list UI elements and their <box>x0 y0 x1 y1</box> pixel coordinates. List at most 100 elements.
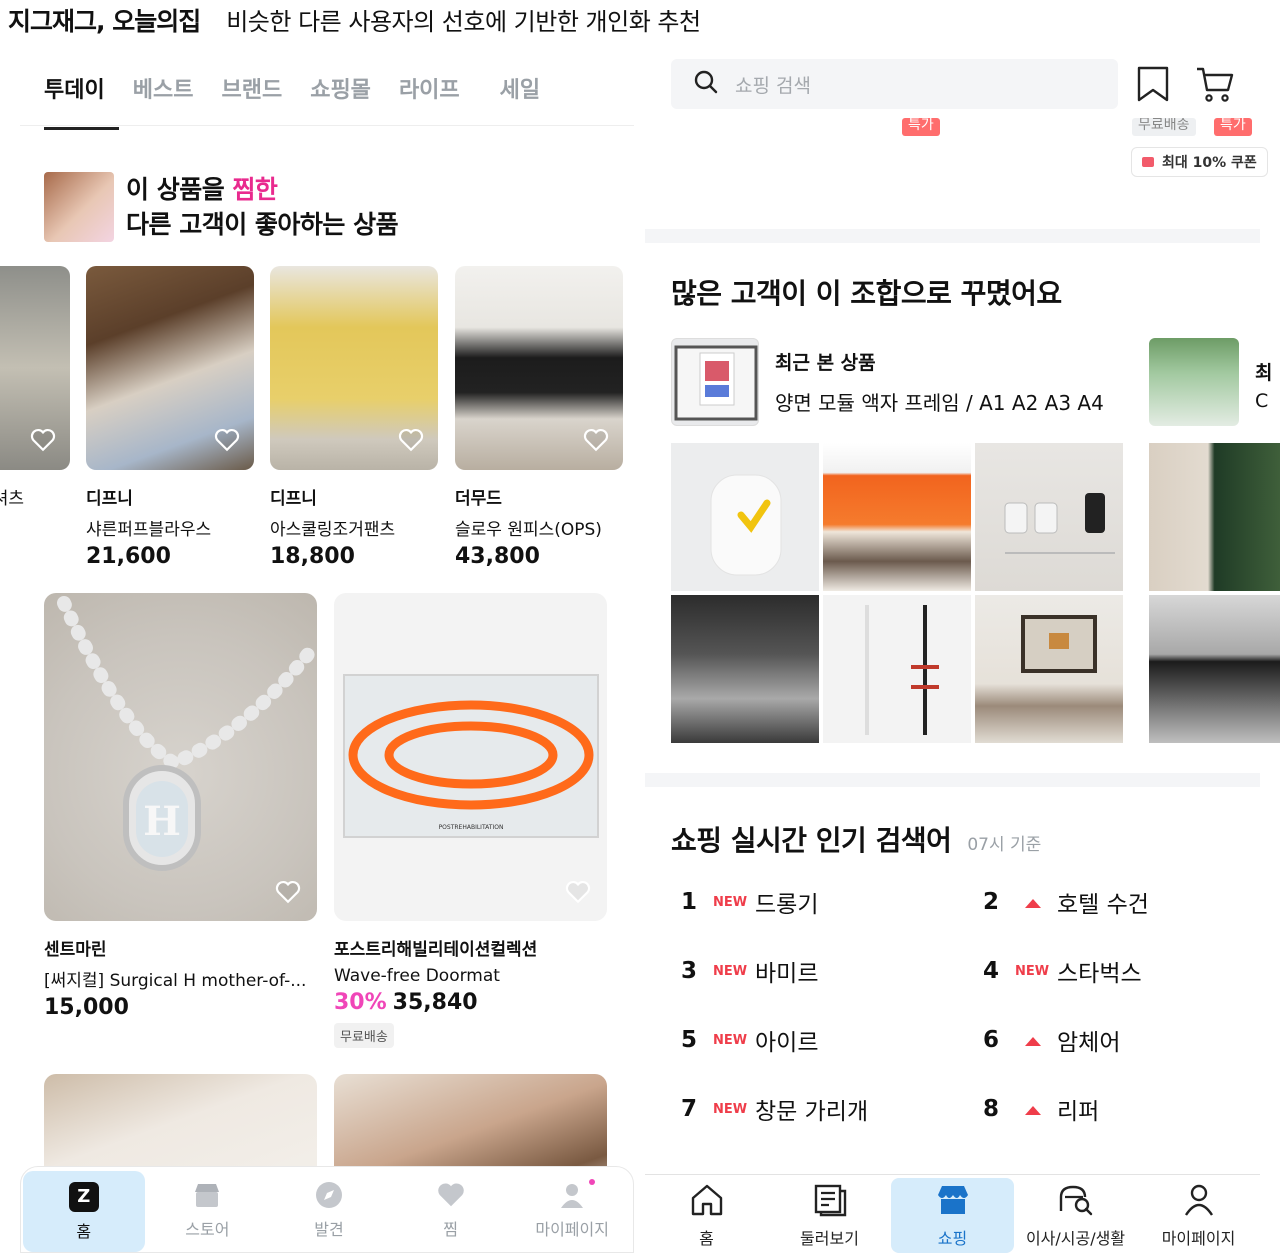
nav-moving-services[interactable]: 이사/시공/생활 <box>1014 1178 1137 1253</box>
search-rank-item[interactable]: 6 암체어 <box>973 1020 1120 1060</box>
office-chairs-product[interactable] <box>975 443 1123 591</box>
heart-icon[interactable] <box>565 880 591 904</box>
recent-label: 최근 본 상품 <box>775 352 876 374</box>
tab-brand[interactable]: 브랜드 <box>221 68 282 130</box>
page-header: 지그재그, 오늘의집 비슷한 다른 사용자의 선호에 기반한 개인화 추천 <box>8 2 701 38</box>
heart-icon[interactable] <box>214 428 240 452</box>
rank-up-icon <box>1007 893 1057 912</box>
search-rank-item[interactable]: 7 NEW 창문 가리개 <box>671 1089 868 1129</box>
nav-label: 스토어 <box>185 1219 230 1239</box>
free-shipping-tag: 무료배송 <box>1132 118 1196 136</box>
combo-product-grid-2 <box>1149 443 1280 743</box>
bookmark-icon[interactable] <box>1133 64 1173 104</box>
rank-number: 3 <box>681 958 698 984</box>
glass-cart-product[interactable] <box>671 595 819 743</box>
recent-product-thumbnail[interactable] <box>671 338 759 426</box>
coupon-icon <box>1142 157 1154 167</box>
product-brand: 디프니 <box>86 489 133 509</box>
product-carousel[interactable]: 셔츠 디프니 샤른퍼프블라우스 21,600 디프니 아스쿨링조거팬츠 18,8… <box>0 266 640 569</box>
doormat-product-image[interactable]: POSTREHABILITATION <box>334 593 607 921</box>
nav-label: 마이페이지 <box>1161 1228 1236 1248</box>
doormat-brand-text: POSTREHABILITATION <box>439 824 504 831</box>
product-card[interactable]: 셔츠 <box>0 266 70 509</box>
necklace-illustration: H <box>57 596 316 871</box>
ohouse-bottom-nav: 홈 둘러보기 쇼핑 이사/시공/생활 마이페이지 <box>645 1178 1260 1253</box>
heart-icon <box>436 1180 466 1210</box>
nav-likes[interactable]: 찜 <box>390 1167 512 1252</box>
nav-mypage[interactable]: 마이페이지 <box>1137 1178 1260 1253</box>
coupon-text: 최대 10% 쿠폰 <box>1162 155 1257 171</box>
nav-home[interactable]: Z 홈 <box>23 1171 145 1252</box>
search-rank-item[interactable]: 3 NEW 바미르 <box>671 951 818 991</box>
product-image[interactable] <box>270 266 438 470</box>
nav-home[interactable]: 홈 <box>645 1178 768 1253</box>
notification-dot <box>588 1179 595 1185</box>
new-badge: NEW <box>713 1101 748 1117</box>
tab-best[interactable]: 베스트 <box>133 68 194 130</box>
product-card[interactable]: H 센트마린 [써지컬] Surgical H mother-of-... 15… <box>44 593 317 1020</box>
rank-number: 8 <box>983 1096 1000 1122</box>
side-table-product[interactable] <box>1149 595 1280 743</box>
rank-keyword: 스타벅스 <box>1057 961 1142 987</box>
recent-label: 최 <box>1255 362 1273 384</box>
plant-art-product[interactable] <box>1149 443 1280 591</box>
heart-icon[interactable] <box>275 880 301 904</box>
recent-product-thumbnail[interactable] <box>1149 338 1239 426</box>
store-icon <box>192 1180 222 1210</box>
product-price: 15,000 <box>44 995 129 1020</box>
cart-icon[interactable] <box>1195 64 1235 104</box>
product-image[interactable] <box>0 266 70 470</box>
special-deal-tag: 특가 <box>1214 118 1252 136</box>
product-name: 아스쿨링조거팬츠 <box>270 520 396 540</box>
frame-art-product[interactable] <box>975 595 1123 743</box>
rec-title-line2: 다른 고객이 좋아하는 상품 <box>126 210 399 239</box>
liked-product-thumbnail[interactable] <box>44 172 114 242</box>
nav-shopping[interactable]: 쇼핑 <box>891 1178 1014 1253</box>
rank-keyword: 바미르 <box>755 961 819 987</box>
necklace-product-image[interactable]: H <box>44 593 317 921</box>
rank-up-icon <box>1007 1031 1057 1050</box>
compass-icon <box>314 1180 344 1210</box>
nav-browse[interactable]: 둘러보기 <box>768 1178 891 1253</box>
clock-product[interactable] <box>671 443 819 591</box>
product-image[interactable] <box>86 266 254 470</box>
search-input[interactable]: 쇼핑 검색 <box>671 59 1118 109</box>
rank-keyword: 암체어 <box>1057 1030 1121 1056</box>
nav-label: 둘러보기 <box>800 1228 859 1248</box>
tab-life[interactable]: 라이프 <box>399 68 460 130</box>
product-price: 21,600 <box>86 544 171 569</box>
nav-discover[interactable]: 발견 <box>268 1167 390 1252</box>
nav-label: 발견 <box>314 1219 344 1239</box>
heart-icon[interactable] <box>583 428 609 452</box>
tab-today[interactable]: 투데이 <box>44 68 119 130</box>
search-rank-item[interactable]: 4 NEW 스타벅스 <box>973 951 1142 991</box>
search-rank-item[interactable]: 1 NEW 드롱기 <box>671 882 818 922</box>
shelf-product[interactable] <box>823 595 971 743</box>
nav-mypage[interactable]: 마이페이지 <box>511 1167 633 1252</box>
combo-product-grid <box>671 443 1124 743</box>
product-name: [써지컬] Surgical H mother-of-... <box>44 971 307 991</box>
nav-label: 이사/시공/생활 <box>1025 1228 1126 1248</box>
tab-sale[interactable]: 세일 <box>500 68 540 130</box>
search-rank-item[interactable]: 2 호텔 수건 <box>973 882 1149 922</box>
rec-title-highlight: 찜한 <box>232 175 278 204</box>
product-image[interactable] <box>455 266 623 470</box>
product-brand: 센트마린 <box>44 940 107 960</box>
browse-icon <box>811 1183 849 1217</box>
product-card[interactable]: 디프니 샤른퍼프블라우스 21,600 <box>86 266 254 569</box>
coupon-badge[interactable]: 최대 10% 쿠폰 <box>1131 147 1268 177</box>
product-card[interactable]: POSTREHABILITATION 포스트리해빌리테이션컬렉션 Wave-fr… <box>334 593 607 1048</box>
doormat-illustration: POSTREHABILITATION <box>343 674 599 838</box>
search-rank-item[interactable]: 5 NEW 아이르 <box>671 1020 818 1060</box>
new-badge: NEW <box>713 894 748 910</box>
tab-shoppingmall[interactable]: 쇼핑몰 <box>310 68 371 130</box>
recent-product[interactable]: 최근 본 상품 양면 모듈 액자 프레임 / A1 A2 A3 A4 <box>671 338 1104 426</box>
nav-store[interactable]: 스토어 <box>147 1167 269 1252</box>
heart-icon[interactable] <box>398 428 424 452</box>
storage-box-product[interactable] <box>823 443 971 591</box>
product-brand: 포스트리해빌리테이션컬렉션 <box>334 940 538 960</box>
search-rank-item[interactable]: 8 리퍼 <box>973 1089 1099 1129</box>
heart-icon[interactable] <box>30 428 56 452</box>
product-card[interactable]: 더무드 슬로우 원피스(OPS) 43,800 <box>455 266 623 569</box>
product-card[interactable]: 디프니 아스쿨링조거팬츠 18,800 <box>270 266 438 569</box>
